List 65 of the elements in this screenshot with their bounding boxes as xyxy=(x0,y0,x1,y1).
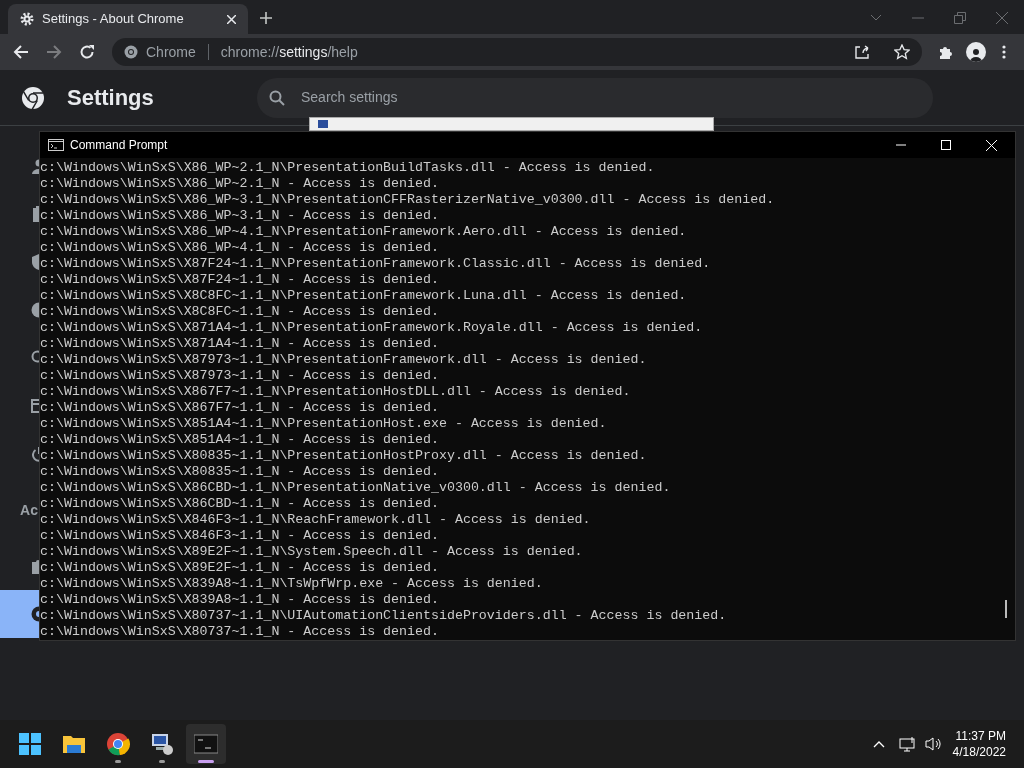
console-line: c:\Windows\WinSxS\X87F24~1.1_N - Access is denied. xyxy=(40,272,440,288)
console-line: c:\Windows\WinSxS\X867F7~1.1_N - Access is denied. xyxy=(40,400,440,416)
console-line: c:\Windows\WinSxS\X871A4~1.1_N - Access is denied. xyxy=(40,336,440,352)
volume-icon[interactable] xyxy=(924,736,943,752)
console-line: c:\Windows\WinSxS\X89E2F~1.1_N - Access is denied. xyxy=(40,560,440,576)
console-line: c:\Windows\WinSxS\X87973~1.1_N - Access is denied. xyxy=(40,368,440,384)
console-line: c:\Windows\WinSxS\X86_WP~4.1_N\PresentationFramework.Aero.dll - Access is denied. xyxy=(40,224,688,240)
restore-icon[interactable] xyxy=(954,12,966,24)
maximize-icon[interactable] xyxy=(941,140,951,150)
monitor-icon xyxy=(318,120,328,130)
console-line: c:\Windows\WinSxS\X86CBD~1.1_N\PresentationNative_v0300.dll - Access is denied. xyxy=(40,480,672,496)
monitor-icon xyxy=(150,732,174,756)
sidebar-item[interactable]: Ac xyxy=(0,486,39,534)
console-line: c:\Windows\WinSxS\X86_WP~2.1_N - Access is denied. xyxy=(40,176,440,192)
menu-icon[interactable] xyxy=(1002,45,1006,59)
address-bar[interactable]: Chrome chrome://settings/help xyxy=(112,38,922,66)
sidebar-item[interactable] xyxy=(0,590,39,638)
new-tab-icon[interactable] xyxy=(260,12,272,24)
console-line: c:\Windows\WinSxS\X871A4~1.1_N\PresentationFramework.Royale.dll - Access is denied. xyxy=(40,320,704,336)
terminal-icon xyxy=(194,732,218,756)
gear-icon xyxy=(20,12,34,26)
star-icon[interactable] xyxy=(894,44,910,60)
console-line: c:\Windows\WinSxS\X839A8~1.1_N - Access is denied. xyxy=(40,592,440,608)
console-line: c:\Windows\WinSxS\X86_WP~2.1_N\PresentationBuildTasks.dll - Access is denied. xyxy=(40,160,656,176)
console-line: c:\Windows\WinSxS\X80737~1.1_N - Access is denied. xyxy=(40,624,440,640)
window-title: Command Prompt xyxy=(70,137,168,154)
console-line: c:\Windows\WinSxS\X89E2F~1.1_N\System.Speech.dll - Access is denied. xyxy=(40,544,584,560)
console-line: c:\Windows\WinSxS\X86_WP~4.1_N - Access is denied. xyxy=(40,240,440,256)
reload-icon[interactable] xyxy=(79,44,95,60)
console-line: c:\Windows\WinSxS\X80835~1.1_N - Access is denied. xyxy=(40,464,440,480)
console-line: c:\Windows\WinSxS\X87973~1.1_N\PresentationFramework.dll - Access is denied. xyxy=(40,352,648,368)
site-label: Chrome xyxy=(146,42,196,62)
taskbar-app[interactable] xyxy=(186,724,226,764)
console-line: c:\Windows\WinSxS\X851A4~1.1_N\PresentationHost.exe - Access is denied. xyxy=(40,416,608,432)
console-line: c:\Windows\WinSxS\X86_WP~3.1_N - Access is denied. xyxy=(40,208,440,224)
console-line: c:\Windows\WinSxS\X8C8FC~1.1_N - Access is denied. xyxy=(40,304,440,320)
extensions-icon[interactable] xyxy=(938,44,954,60)
console-line: c:\Windows\WinSxS\X86CBD~1.1_N - Access is denied. xyxy=(40,496,440,512)
url-text: chrome://settings/help xyxy=(220,42,358,62)
windows-logo-icon xyxy=(18,732,42,756)
tab-title: Settings - About Chrome xyxy=(42,10,185,29)
console-line: c:\Windows\WinSxS\X846F3~1.1_N\ReachFramework.dll - Access is denied. xyxy=(40,512,592,528)
console-line: c:\Windows\WinSxS\X80835~1.1_N\PresentationHostProxy.dll - Access is denied. xyxy=(40,448,648,464)
back-icon[interactable] xyxy=(13,44,29,60)
console-line: c:\Windows\WinSxS\X839A8~1.1_N\TsWpfWrp.exe - Access is denied. xyxy=(40,576,544,592)
console-line: c:\Windows\WinSxS\X87F24~1.1_N\PresentationFramework.Classic.dll - Access is denied. xyxy=(40,256,712,272)
console-line: c:\Windows\WinSxS\X8C8FC~1.1_N\PresentationFramework.Luna.dll - Access is denied. xyxy=(40,288,688,304)
profile-icon[interactable] xyxy=(966,42,986,62)
forward-icon[interactable] xyxy=(46,44,62,60)
browser-tab[interactable]: Settings - About Chrome xyxy=(8,4,248,34)
search-field[interactable]: Search settings xyxy=(301,87,933,108)
console-line: c:\Windows\WinSxS\X86_WP~3.1_N\PresentationCFFRasterizerNative_v0300.dll - Access is denied. xyxy=(40,192,776,208)
chevron-up-icon[interactable] xyxy=(872,740,885,748)
console-line: c:\Windows\WinSxS\X867F7~1.1_N\PresentationHostDLL.dll - Access is denied. xyxy=(40,384,632,400)
console-line: c:\Windows\WinSxS\X80737~1.1_N\UIAutomationClientsideProviders.dll - Access is denied. xyxy=(40,608,728,624)
clock[interactable]: 11:37 PM 4/18/2022 xyxy=(952,728,1024,760)
console-line: c:\Windows\WinSxS\X851A4~1.1_N - Access is denied. xyxy=(40,432,440,448)
share-icon[interactable] xyxy=(854,44,870,60)
search-bar[interactable]: Search settings xyxy=(257,77,933,118)
page-title: Settings xyxy=(67,84,155,112)
console-line: c:\Windows\WinSxS\X846F3~1.1_N - Access is denied. xyxy=(40,528,440,544)
chevron-down-icon[interactable] xyxy=(870,14,882,22)
close-tab-icon[interactable] xyxy=(227,14,236,24)
network-icon[interactable] xyxy=(898,736,917,752)
terminal-icon xyxy=(48,139,64,151)
